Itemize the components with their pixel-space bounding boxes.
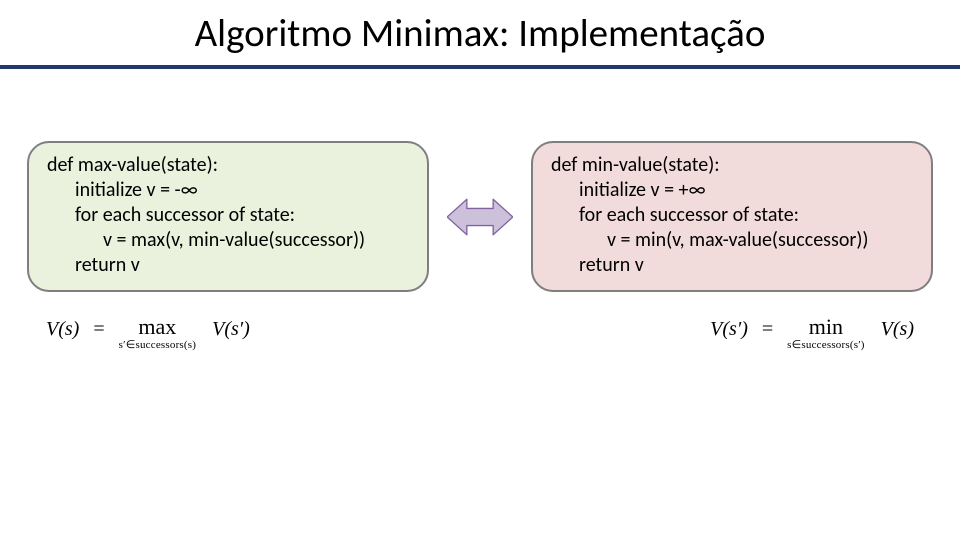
code-line: return v [47, 253, 409, 278]
code-line: initialize v = -∞ [47, 178, 409, 203]
code-line: initialize v = +∞ [551, 178, 913, 203]
operator-text: min [809, 312, 843, 338]
formula-op: max s′∈successors(s) [119, 312, 197, 351]
operator-subscript: s∈successors(s′) [787, 338, 865, 351]
code-line: def min-value(state): [551, 153, 913, 178]
slide-title: Algoritmo Minimax: Implementação [0, 0, 960, 65]
operator-text: max [138, 312, 176, 338]
code-line: v = max(v, min-value(successor)) [47, 228, 409, 253]
operator-subscript: s′∈successors(s) [119, 338, 197, 351]
code-line: for each successor of state: [47, 203, 409, 228]
code-line: for each successor of state: [551, 203, 913, 228]
formula-lhs: V(s′) [710, 312, 748, 341]
max-value-codebox: def max-value(state): initialize v = -∞ … [27, 141, 429, 292]
code-line: return v [551, 253, 913, 278]
formula-eq: = [85, 312, 112, 341]
min-value-codebox: def min-value(state): initialize v = +∞ … [531, 141, 933, 292]
code-line: v = min(v, max-value(successor)) [551, 228, 913, 253]
formula-lhs: V(s) [46, 312, 79, 341]
double-arrow-icon [447, 194, 513, 240]
formula-max: V(s) = max s′∈successors(s) V(s′) [46, 312, 250, 351]
formula-rhs: V(s′) [202, 312, 250, 341]
formula-op: min s∈successors(s′) [787, 312, 865, 351]
code-line: def max-value(state): [47, 153, 409, 178]
formula-min: V(s′) = min s∈successors(s′) V(s) [710, 312, 914, 351]
formulas-row: V(s) = max s′∈successors(s) V(s′) V(s′) … [0, 292, 960, 351]
content-row: def max-value(state): initialize v = -∞ … [0, 69, 960, 292]
formula-rhs: V(s) [871, 312, 914, 341]
formula-eq: = [754, 312, 781, 341]
